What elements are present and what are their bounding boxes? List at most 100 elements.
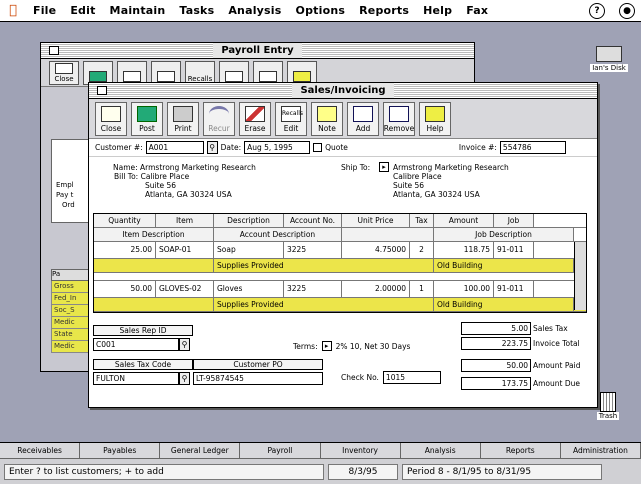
table-row[interactable]: 25.00 SOAP-01 Soap 3225 4.75000 2 118.75… xyxy=(94,242,586,259)
menu-analysis[interactable]: Analysis xyxy=(221,4,288,17)
cell-desc[interactable]: Gloves xyxy=(214,281,284,297)
cell-amount[interactable]: 100.00 xyxy=(434,281,494,297)
menu-edit[interactable]: Edit xyxy=(63,4,102,17)
erase-button[interactable]: Erase xyxy=(239,101,271,136)
menu-help[interactable]: Help xyxy=(416,4,459,17)
close-button[interactable]: Close xyxy=(95,101,127,136)
payroll-field-medic2[interactable]: Medic xyxy=(51,341,93,353)
customer-lookup-icon[interactable]: ⚲ xyxy=(206,141,218,154)
cell-job[interactable]: 91-011 xyxy=(494,242,534,258)
payroll-field-state[interactable]: State xyxy=(51,329,93,341)
edit-button[interactable]: Recalls Edit xyxy=(275,101,307,136)
help-button[interactable]: Help xyxy=(419,101,451,136)
sales-rep-field[interactable]: C001 xyxy=(93,338,179,351)
date-field[interactable]: Aug 5, 1995 xyxy=(244,141,311,154)
payroll-titlebar[interactable]: Payroll Entry xyxy=(41,43,474,59)
print-button[interactable]: Print xyxy=(167,101,199,136)
payroll-post-button[interactable] xyxy=(83,60,113,85)
terms-value[interactable]: 2% 10, Net 30 Days xyxy=(336,342,411,351)
cell-qty[interactable]: 25.00 xyxy=(94,242,156,258)
cell-acct[interactable]: 3225 xyxy=(284,281,342,297)
add-button[interactable]: Add xyxy=(347,101,379,136)
tab-inventory[interactable]: Inventory xyxy=(320,443,401,458)
menu-fax[interactable]: Fax xyxy=(459,4,495,17)
disk-icon[interactable]: Ian's Disk xyxy=(587,46,631,72)
table-row-detail[interactable]: Supplies Provided Old Building xyxy=(94,259,586,273)
tab-receivables[interactable]: Receivables xyxy=(0,443,81,458)
payroll-grid2-button[interactable] xyxy=(253,60,283,85)
cell-job-desc[interactable]: Old Building xyxy=(434,259,574,272)
payroll-recalls-button[interactable]: Recalls xyxy=(185,60,215,85)
customer-po-field[interactable]: LT-95874545 xyxy=(193,372,323,385)
col-account: Account No. xyxy=(284,214,342,227)
note-button[interactable]: Note xyxy=(311,101,343,136)
ship-to-popup-icon[interactable]: ▸ xyxy=(379,162,389,172)
terms-popup-icon[interactable]: ▸ xyxy=(321,341,332,351)
sales-tax-code-field[interactable]: FULTON xyxy=(93,372,179,385)
application-menu-icon[interactable]: ● xyxy=(619,3,635,19)
cell-job[interactable]: 91-011 xyxy=(494,281,534,297)
check-number-field[interactable]: 1015 xyxy=(382,371,441,384)
tab-payroll[interactable]: Payroll xyxy=(240,443,321,458)
menu-options[interactable]: Options xyxy=(289,4,353,17)
payroll-erase-button[interactable] xyxy=(151,60,181,85)
cell-price[interactable]: 4.75000 xyxy=(342,242,410,258)
tab-analysis[interactable]: Analysis xyxy=(400,443,481,458)
tab-administration[interactable]: Administration xyxy=(560,443,641,458)
remove-button[interactable]: Remove xyxy=(383,101,415,136)
cell-item[interactable]: GLOVES-02 xyxy=(156,281,214,297)
cell-tax[interactable]: 1 xyxy=(410,281,434,297)
menu-maintain[interactable]: Maintain xyxy=(103,4,173,17)
col-spacer xyxy=(342,228,434,241)
cell-amount[interactable]: 118.75 xyxy=(434,242,494,258)
cell-item[interactable]: SOAP-01 xyxy=(156,242,214,258)
table-row-detail[interactable]: Supplies Provided Old Building xyxy=(94,298,586,312)
cell-desc[interactable]: Soap xyxy=(214,242,284,258)
post-button[interactable]: Post xyxy=(131,101,163,136)
cell-acct-desc[interactable]: Supplies Provided xyxy=(214,298,434,311)
payroll-field-fed[interactable]: Fed_In xyxy=(51,293,93,305)
cell-item-desc[interactable] xyxy=(94,259,214,272)
amount-paid-value[interactable]: 50.00 xyxy=(461,358,531,372)
sales-rep-lookup-icon[interactable]: ⚲ xyxy=(179,338,190,351)
cell-item-desc[interactable] xyxy=(94,298,214,311)
payroll-field-gross[interactable]: Gross xyxy=(51,281,93,293)
cell-job-desc[interactable]: Old Building xyxy=(434,298,574,311)
customer-id-field[interactable]: A001 xyxy=(145,141,204,154)
remove-row-icon xyxy=(389,105,409,122)
tab-reports[interactable]: Reports xyxy=(480,443,561,458)
cell-acct-desc[interactable]: Supplies Provided xyxy=(214,259,434,272)
terms-label: Terms: xyxy=(293,341,318,351)
cell-tax[interactable]: 2 xyxy=(410,242,434,258)
sales-titlebar[interactable]: Sales/Invoicing xyxy=(89,83,597,99)
col-quantity: Quantity xyxy=(94,214,156,227)
payroll-close-box[interactable] xyxy=(49,46,59,55)
menu-reports[interactable]: Reports xyxy=(352,4,416,17)
payroll-field-soc[interactable]: Soc_S xyxy=(51,305,93,317)
payroll-print-button[interactable] xyxy=(117,60,147,85)
cell-price[interactable]: 2.00000 xyxy=(342,281,410,297)
balloon-help-icon[interactable]: ? xyxy=(589,3,605,19)
menu-tasks[interactable]: Tasks xyxy=(172,4,221,17)
grid-scrollbar[interactable] xyxy=(574,242,586,310)
payroll-help-button[interactable] xyxy=(287,60,317,85)
bill-to-line2: Suite 56 xyxy=(145,181,177,190)
tab-payables[interactable]: Payables xyxy=(80,443,161,458)
invoice-number-field[interactable]: 554786 xyxy=(499,141,566,154)
recur-button[interactable]: Recur xyxy=(203,101,235,136)
cell-acct[interactable]: 3225 xyxy=(284,242,342,258)
sales-close-box[interactable] xyxy=(97,86,107,95)
apple-menu-icon[interactable]:  xyxy=(0,3,26,18)
ship-to-address: Armstrong Marketing Research Calibre Pla… xyxy=(393,163,509,199)
sales-tax-lookup-icon[interactable]: ⚲ xyxy=(179,372,190,385)
menu-file[interactable]: File xyxy=(26,4,63,17)
sales-invoicing-window[interactable]: Sales/Invoicing Close Post Print Recur E… xyxy=(88,82,598,408)
payroll-close-button[interactable]: Close xyxy=(49,60,79,85)
payroll-grid-button[interactable] xyxy=(219,60,249,85)
cell-qty[interactable]: 50.00 xyxy=(94,281,156,297)
tab-general-ledger[interactable]: General Ledger xyxy=(160,443,241,458)
quote-checkbox[interactable] xyxy=(313,143,323,152)
status-date: 8/3/95 xyxy=(328,463,398,480)
payroll-field-medic[interactable]: Medic xyxy=(51,317,93,329)
table-row[interactable]: 50.00 GLOVES-02 Gloves 3225 2.00000 1 10… xyxy=(94,281,586,298)
